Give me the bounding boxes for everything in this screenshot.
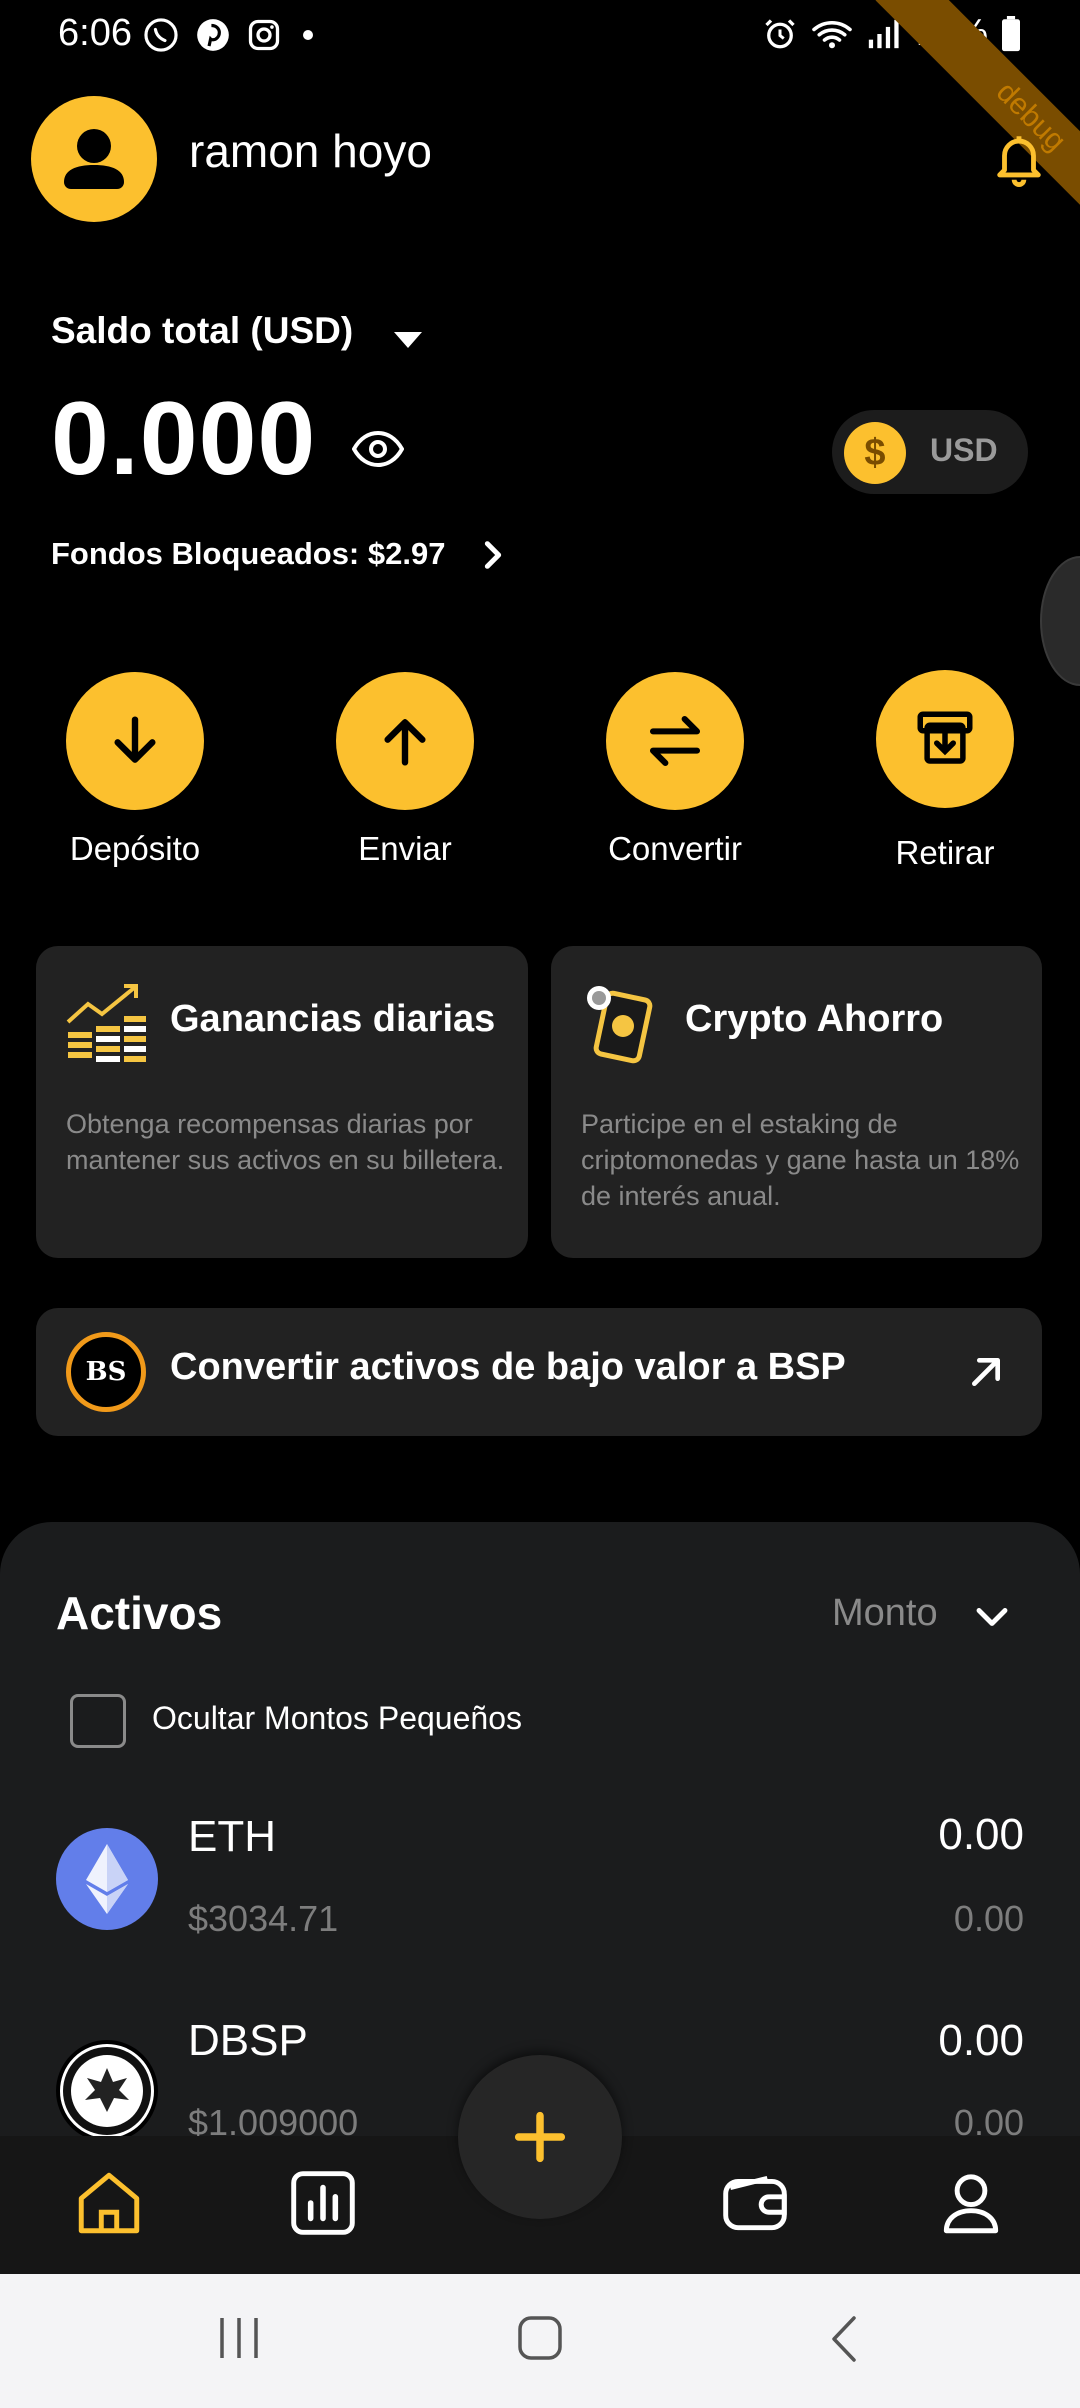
convert-button[interactable] — [606, 672, 744, 810]
dot-icon — [303, 30, 313, 40]
chevron-right-icon[interactable] — [478, 538, 508, 577]
avatar[interactable] — [31, 96, 157, 222]
withdraw-label: Retirar — [895, 834, 995, 871]
asset-amount: 0.00 — [938, 2016, 1024, 2065]
asset-amount: 0.00 — [938, 1810, 1024, 1859]
system-nav-bar — [0, 2274, 1080, 2408]
asset-value: 0.00 — [953, 2102, 1024, 2136]
balance-amount: 0.000 — [51, 381, 317, 497]
wifi-icon — [812, 20, 852, 48]
daily-earnings-card[interactable]: Ganancias diarias Obtenga recompensas di… — [36, 946, 528, 1258]
whatsapp-icon — [144, 18, 178, 52]
add-button[interactable] — [458, 2055, 622, 2219]
crypto-savings-card[interactable]: Crypto Ahorro Participe en el estaking d… — [551, 946, 1042, 1258]
notification-icons — [142, 16, 320, 54]
asset-value: 0.00 — [953, 1898, 1024, 1939]
arrow-down-icon — [66, 672, 204, 810]
pinterest-icon — [197, 19, 229, 51]
user-icon — [64, 129, 124, 189]
dbsp-seal-icon — [56, 2040, 158, 2136]
convert-low-value-banner[interactable]: BS Convertir activos de bajo valor a BSP — [36, 1308, 1042, 1436]
currency-toggle[interactable]: $ USD — [832, 410, 1028, 494]
caret-down-icon[interactable] — [392, 330, 424, 355]
recent-apps-icon[interactable] — [214, 2314, 264, 2367]
battery-icon — [1002, 15, 1020, 51]
sort-dropdown[interactable]: Monto — [832, 1592, 938, 1635]
instagram-icon — [248, 19, 280, 51]
withdraw-box-icon — [876, 670, 1014, 808]
chart-growth-icon — [64, 982, 148, 1071]
floating-side-handle[interactable] — [1040, 556, 1080, 686]
deposit-label: Depósito — [69, 830, 201, 867]
blocked-funds[interactable]: Fondos Bloqueados: $2.97 — [51, 536, 445, 572]
asset-price: $3034.71 — [188, 1898, 339, 1939]
deposit-button[interactable] — [66, 672, 204, 810]
swap-icon — [606, 672, 744, 810]
send-button[interactable] — [336, 672, 474, 810]
bsp-logo-icon: BS — [66, 1332, 146, 1412]
crypto-savings-icon — [581, 982, 659, 1071]
status-time: 6:06 — [58, 12, 132, 54]
signal-icon — [868, 19, 899, 48]
arrow-up-icon — [336, 672, 474, 810]
bell-icon[interactable] — [990, 128, 1048, 193]
home-icon — [78, 2172, 140, 2234]
arrow-up-right-icon — [966, 1352, 1006, 1397]
user-icon — [943, 2174, 999, 2234]
hide-small-label: Ocultar Montos Pequeños — [152, 1700, 522, 1736]
card-description: Obtenga recompensas diarias por mantener… — [66, 1109, 505, 1175]
nav-wallet[interactable] — [718, 2166, 792, 2245]
card-description: Participe en el estaking de criptomoneda… — [581, 1109, 1020, 1211]
asset-price: $1.009000 — [188, 2102, 359, 2136]
chevron-down-icon[interactable] — [972, 1604, 1012, 1635]
nav-profile[interactable] — [934, 2166, 1008, 2245]
back-icon[interactable] — [826, 2312, 862, 2371]
hide-small-checkbox[interactable] — [70, 1694, 126, 1748]
home-nav-icon[interactable] — [516, 2314, 564, 2367]
bar-chart-icon — [291, 2171, 355, 2235]
balance-label[interactable]: Saldo total (USD) — [51, 310, 353, 352]
currency-label: USD — [930, 432, 998, 468]
assets-title: Activos — [56, 1587, 223, 1639]
send-label: Enviar — [358, 830, 452, 867]
dollar-coin-icon: $ — [844, 422, 906, 484]
withdraw-button[interactable] — [876, 670, 1014, 808]
username: ramon hoyo — [189, 125, 432, 177]
ethereum-icon — [56, 1828, 158, 1930]
alarm-icon — [765, 18, 795, 48]
card-title: Crypto Ahorro — [685, 998, 944, 1040]
asset-name: ETH — [188, 1812, 276, 1861]
plus-icon — [514, 2111, 566, 2163]
nav-stats[interactable] — [286, 2166, 360, 2245]
convert-banner-text: Convertir activos de bajo valor a BSP — [170, 1346, 846, 1388]
wallet-icon — [723, 2175, 787, 2231]
asset-row-eth[interactable]: ETH $3034.71 0.00 0.00 — [0, 1790, 1080, 1960]
convert-label: Convertir — [608, 830, 742, 867]
card-title: Ganancias diarias — [170, 998, 496, 1040]
asset-name: DBSP — [188, 2016, 308, 2065]
nav-home[interactable] — [72, 2166, 146, 2245]
eye-icon[interactable] — [351, 428, 405, 475]
debug-ribbon — [875, 0, 1080, 213]
